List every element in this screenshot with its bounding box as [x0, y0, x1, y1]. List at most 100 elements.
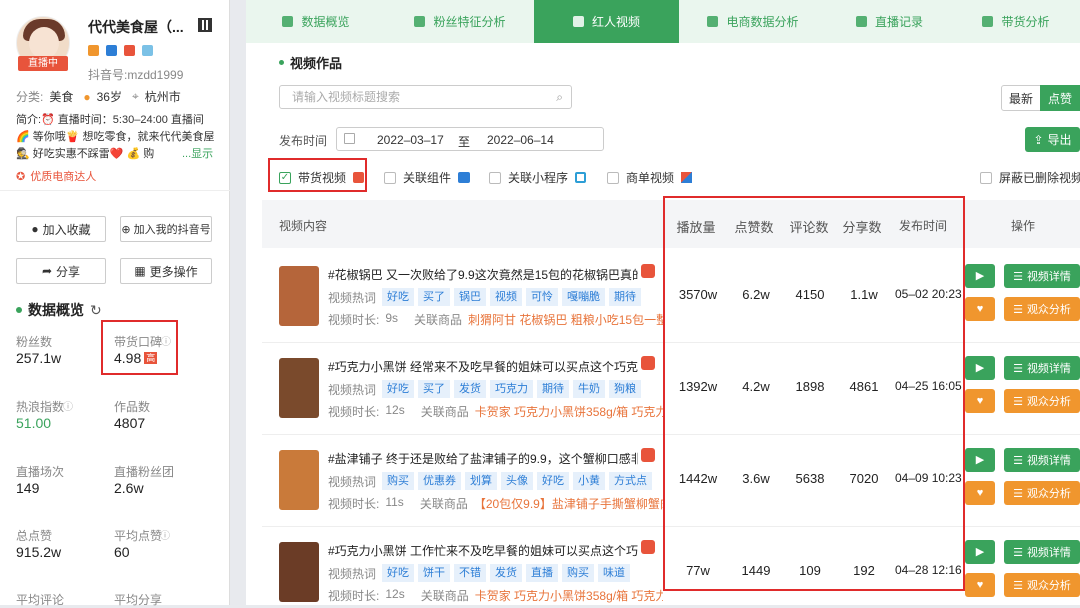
- miniapp-icon: [575, 172, 587, 183]
- tab-videos[interactable]: 红人视频: [534, 0, 679, 43]
- tab-live-records[interactable]: 直播记录: [827, 0, 952, 43]
- checkbox-icon[interactable]: [980, 171, 992, 184]
- product-link[interactable]: 卡贺家 巧克力小黑饼358g/箱 巧克力...: [475, 403, 663, 420]
- hot-tag[interactable]: 购买: [562, 564, 595, 582]
- play-icon[interactable]: ▶: [965, 540, 995, 564]
- sort-latest-button[interactable]: 最新: [1001, 85, 1041, 111]
- product-link[interactable]: 刺猬阿甘 花椒锅巴 粗粮小吃15包一整箱...: [468, 311, 663, 328]
- duration-label: 视频时长:: [328, 405, 380, 419]
- tab-fans[interactable]: 粉丝特征分析: [386, 0, 534, 43]
- help-icon[interactable]: ⓘ: [160, 527, 170, 542]
- video-title[interactable]: #巧克力小黑饼 工作忙来不及吃早餐的姐妹可以买点这个巧克...: [328, 542, 638, 559]
- hot-tag[interactable]: 划算: [465, 472, 498, 490]
- hot-tag[interactable]: 好吃: [382, 288, 415, 306]
- heart-icon[interactable]: ♥: [965, 389, 995, 413]
- hot-tag[interactable]: 好吃: [537, 472, 570, 490]
- hot-tag[interactable]: 发货: [490, 564, 523, 582]
- filter-single[interactable]: 商单视频: [607, 169, 693, 186]
- tab-ecommerce[interactable]: 电商数据分析: [679, 0, 827, 43]
- video-thumbnail[interactable]: [279, 542, 319, 602]
- hot-tag[interactable]: 期待: [537, 380, 570, 398]
- video-detail-button[interactable]: ☰ 视频详情: [1004, 540, 1080, 564]
- search-icon[interactable]: ⌕: [556, 86, 563, 108]
- checkbox-icon[interactable]: [607, 171, 619, 184]
- product-link[interactable]: 【20包仅9.9】盐津铺子手撕蟹柳蟹肉棒...: [474, 495, 663, 512]
- hot-tag[interactable]: 好吃: [382, 564, 415, 582]
- video-title[interactable]: #盐津铺子 终于还是败给了盐津铺子的9.9，这个蟹柳口感非常...: [328, 450, 638, 467]
- checkbox-icon[interactable]: [384, 171, 396, 184]
- play-icon[interactable]: ▶: [965, 264, 995, 288]
- add-my-account-button[interactable]: ⊕ 加入我的抖音号: [120, 216, 212, 242]
- add-favorite-label: 加入收藏: [42, 222, 91, 237]
- hot-tag[interactable]: 锅巴: [454, 288, 487, 306]
- column-plays: 播放量: [676, 220, 716, 235]
- more-actions-button[interactable]: ▦ 更多操作: [120, 258, 212, 284]
- qr-code-icon[interactable]: [198, 18, 212, 32]
- checkbox-icon[interactable]: [489, 171, 501, 184]
- hot-tag[interactable]: 不错: [454, 564, 487, 582]
- hot-tag[interactable]: 可怜: [526, 288, 559, 306]
- date-range-picker[interactable]: 2022–03–17 至 2022–06–14: [336, 127, 604, 151]
- deal-icon: [681, 172, 693, 183]
- upload-icon: ⇪: [1033, 132, 1044, 147]
- hot-tag[interactable]: 方式点: [609, 472, 653, 490]
- hot-tag[interactable]: 直播: [526, 564, 559, 582]
- filter-goods-video[interactable]: ✓ 带货视频: [279, 169, 365, 186]
- tab-overview[interactable]: 数据概览: [246, 0, 386, 43]
- duration-value: 9s: [385, 311, 399, 325]
- filter-component[interactable]: 关联组件: [384, 169, 471, 186]
- hot-tag[interactable]: 发货: [454, 380, 487, 398]
- audience-analysis-button[interactable]: ☰ 观众分析: [1004, 297, 1080, 321]
- date-separator: 至: [458, 135, 471, 149]
- hot-tag[interactable]: 头像: [501, 472, 534, 490]
- hot-tag[interactable]: 优惠券: [418, 472, 462, 490]
- tab-sales[interactable]: 带货分析: [952, 0, 1080, 43]
- heart-icon[interactable]: ♥: [965, 297, 995, 321]
- hot-tag[interactable]: 期待: [609, 288, 642, 306]
- heart-icon[interactable]: ♥: [965, 573, 995, 597]
- sort-likes-button[interactable]: 点赞: [1040, 85, 1080, 111]
- hot-tag[interactable]: 购买: [382, 472, 415, 490]
- video-thumbnail[interactable]: [279, 450, 319, 510]
- hot-tag[interactable]: 好吃: [382, 380, 415, 398]
- heart-icon[interactable]: ♥: [965, 481, 995, 505]
- tab-label: 粉丝特征分析: [433, 15, 506, 29]
- play-icon[interactable]: ▶: [965, 448, 995, 472]
- hot-tag[interactable]: 味道: [598, 564, 631, 582]
- hot-tag[interactable]: 视频: [490, 288, 523, 306]
- share-button[interactable]: ➦ 分享: [16, 258, 106, 284]
- hot-tag[interactable]: 牛奶: [573, 380, 606, 398]
- add-favorite-button[interactable]: ● 加入收藏: [16, 216, 106, 242]
- audience-analysis-button[interactable]: ☰ 观众分析: [1004, 389, 1080, 413]
- export-button[interactable]: ⇪ 导出: [1025, 127, 1080, 152]
- help-icon[interactable]: ⓘ: [161, 333, 171, 348]
- age-icon: ●: [83, 89, 91, 104]
- video-search-input[interactable]: 请输入视频标题搜索 ⌕: [279, 85, 572, 109]
- video-title[interactable]: #花椒锅巴 又一次败给了9.9这次竟然是15包的花椒锅巴真的无...: [328, 266, 638, 283]
- audience-analysis-button[interactable]: ☰ 观众分析: [1004, 481, 1080, 505]
- video-thumbnail[interactable]: [279, 358, 319, 418]
- filter-miniapp[interactable]: 关联小程序: [489, 169, 587, 186]
- shares-value: 1.1w: [850, 287, 878, 302]
- refresh-icon[interactable]: ↻: [90, 302, 102, 319]
- hot-tag[interactable]: 巧克力: [490, 380, 534, 398]
- checkbox-checked-icon[interactable]: ✓: [279, 171, 291, 184]
- hot-tag[interactable]: 小黄: [573, 472, 606, 490]
- video-detail-button[interactable]: ☰ 视频详情: [1004, 448, 1080, 472]
- video-thumbnail[interactable]: [279, 266, 319, 326]
- hot-tag[interactable]: 嘎嘣脆: [562, 288, 606, 306]
- hot-words-label: 视频热词: [328, 290, 377, 305]
- video-title[interactable]: #巧克力小黑饼 经常来不及吃早餐的姐妹可以买点这个巧克力...: [328, 358, 638, 375]
- hot-tag[interactable]: 买了: [418, 288, 451, 306]
- hot-tag[interactable]: 狗粮: [609, 380, 642, 398]
- video-detail-button[interactable]: ☰ 视频详情: [1004, 264, 1080, 288]
- play-icon[interactable]: ▶: [965, 356, 995, 380]
- help-icon[interactable]: ⓘ: [63, 398, 73, 413]
- video-detail-button[interactable]: ☰ 视频详情: [1004, 356, 1080, 380]
- audience-analysis-button[interactable]: ☰ 观众分析: [1004, 573, 1080, 597]
- show-more-link[interactable]: ...显示: [182, 146, 213, 163]
- filter-hide-deleted[interactable]: 屏蔽已删除视频: [980, 169, 1080, 186]
- hot-tag[interactable]: 买了: [418, 380, 451, 398]
- product-link[interactable]: 卡贺家 巧克力小黑饼358g/箱 巧克力...: [475, 587, 663, 604]
- hot-tag[interactable]: 饼干: [418, 564, 451, 582]
